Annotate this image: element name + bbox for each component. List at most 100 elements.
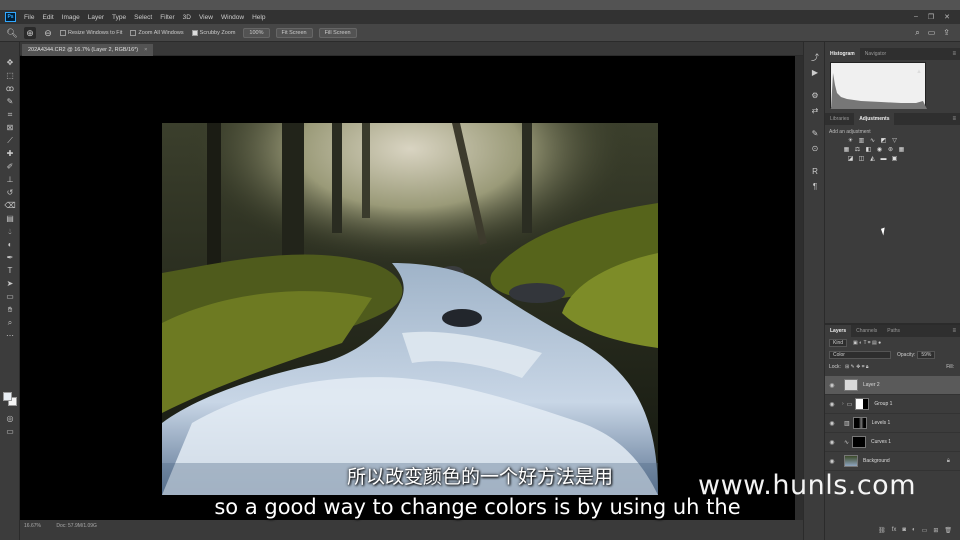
scrubby-zoom-checkbox[interactable]: Scrubby Zoom (191, 29, 235, 36)
black-white-icon[interactable]: ◧ (865, 147, 872, 154)
warning-icon[interactable]: ▲ (916, 69, 922, 75)
layer-row[interactable]: ◉ › ▭ Group 1 (825, 395, 960, 414)
tab-navigator[interactable]: Navigator (860, 48, 891, 60)
zoom-all-checkbox[interactable]: Zoom All Windows (130, 29, 184, 36)
tab-layers[interactable]: Layers (825, 325, 852, 337)
menu-type[interactable]: Type (112, 14, 126, 21)
pen-tool-icon[interactable]: ✒ (0, 251, 20, 264)
menu-edit[interactable]: Edit (42, 14, 53, 21)
layer-row[interactable]: ◉ ∿ Curves 1 (825, 433, 960, 452)
menu-select[interactable]: Select (134, 14, 152, 21)
group-expand-icon[interactable]: › (842, 401, 844, 407)
quick-mask-icon[interactable]: ◎ (0, 412, 20, 425)
gradient-tool-icon[interactable]: ▤ (0, 212, 20, 225)
status-zoom[interactable]: 16.67% (24, 523, 41, 529)
vibrance-icon[interactable]: ▽ (891, 138, 898, 145)
delete-icon[interactable]: 🗑︎ (944, 527, 952, 534)
zoom-100-button[interactable]: 100% (243, 27, 270, 38)
zoom-out-icon[interactable]: ⊖ (42, 27, 54, 39)
search-icon[interactable]: ⌕ (915, 28, 919, 38)
foreground-color-swatch[interactable] (3, 392, 12, 401)
channel-mixer-icon[interactable]: ⊛ (887, 147, 894, 154)
eraser-tool-icon[interactable]: ⌫ (0, 199, 20, 212)
properties-icon[interactable]: ⚙ (804, 88, 826, 103)
exposure-icon[interactable]: ◩ (880, 138, 887, 145)
visibility-eye-icon[interactable]: ◉ (828, 420, 836, 427)
dodge-tool-icon[interactable]: ◐ (0, 238, 20, 251)
brush-tool-icon[interactable]: ✐ (0, 160, 20, 173)
tab-paths[interactable]: Paths (882, 325, 905, 337)
color-lookup-icon[interactable]: ▦ (898, 147, 905, 154)
layer-row[interactable]: ◉ ▥ Levels 1 (825, 414, 960, 433)
blur-tool-icon[interactable]: 💧︎ (0, 225, 20, 238)
menu-filter[interactable]: Filter (160, 14, 174, 21)
menu-view[interactable]: View (199, 14, 213, 21)
history-icon[interactable]: ⤴ (804, 50, 826, 65)
close-icon[interactable]: ✕ (944, 13, 950, 21)
clone-source-icon[interactable]: ⊙ (804, 141, 826, 156)
lasso-tool-icon[interactable]: ꝏ (0, 82, 20, 95)
add-mask-icon[interactable]: ◙ (902, 527, 906, 534)
invert-icon[interactable]: ◪ (847, 156, 854, 163)
workspace-icon[interactable]: ▭ (928, 28, 936, 38)
brushes-icon[interactable]: ✎ (804, 126, 826, 141)
photo-filter-icon[interactable]: ◉ (876, 147, 883, 154)
type-tool-icon[interactable]: T (0, 264, 20, 277)
new-layer-icon[interactable]: ⊞ (933, 527, 938, 534)
path-select-tool-icon[interactable]: ➤ (0, 277, 20, 290)
filter-icons[interactable]: ▣ ◐ T ⌗ ▤ ● (853, 340, 881, 346)
opacity-field[interactable]: 59% (917, 351, 936, 359)
frame-tool-icon[interactable]: ⊠ (0, 121, 20, 134)
zoom-tool-icon[interactable]: 🔍︎ (6, 27, 18, 39)
resize-windows-checkbox[interactable]: Resize Windows to Fit (60, 29, 122, 36)
document-image[interactable] (162, 123, 658, 495)
minimize-icon[interactable]: – (914, 13, 918, 21)
panel-menu-icon[interactable]: ≡ (952, 328, 960, 334)
edit-toolbar-icon[interactable]: ⋯ (0, 329, 20, 342)
marquee-tool-icon[interactable]: ⬚ (0, 69, 20, 82)
tab-histogram[interactable]: Histogram (825, 48, 860, 60)
levels-icon[interactable]: ▥ (858, 138, 865, 145)
restore-icon[interactable]: ❐ (928, 13, 934, 21)
menu-window[interactable]: Window (221, 14, 244, 21)
screen-mode-icon[interactable]: ▭ (0, 425, 20, 438)
fx-icon[interactable]: fx (892, 527, 897, 534)
color-balance-icon[interactable]: ⚖ (854, 147, 861, 154)
panel-menu-icon[interactable]: ≡ (952, 116, 960, 122)
threshold-icon[interactable]: ◭ (869, 156, 876, 163)
menu-3d[interactable]: 3D (183, 14, 191, 21)
menu-layer[interactable]: Layer (88, 14, 104, 21)
blend-mode-select[interactable]: Color (829, 351, 891, 359)
new-group-icon[interactable]: ▭ (922, 527, 928, 534)
tab-channels[interactable]: Channels (851, 325, 882, 337)
menu-file[interactable]: File (24, 14, 34, 21)
adjust-icon[interactable]: ⇄ (804, 103, 826, 118)
healing-brush-tool-icon[interactable]: ✚ (0, 147, 20, 160)
history-brush-tool-icon[interactable]: ↺ (0, 186, 20, 199)
hand-tool-icon[interactable]: ✋︎ (0, 303, 20, 316)
visibility-eye-icon[interactable]: ◉ (828, 382, 836, 389)
quick-select-tool-icon[interactable]: ✎ (0, 95, 20, 108)
brightness-contrast-icon[interactable]: ☀ (847, 138, 854, 145)
vertical-scrollbar[interactable] (795, 56, 809, 520)
character-icon[interactable]: R (804, 164, 826, 179)
panel-menu-icon[interactable]: ≡ (952, 51, 960, 57)
selective-color-icon[interactable]: ▣ (891, 156, 898, 163)
visibility-eye-icon[interactable]: ◉ (828, 401, 836, 408)
new-adjustment-icon[interactable]: ◐ (912, 527, 916, 534)
filter-kind-select[interactable]: Kind (829, 339, 848, 347)
curves-icon[interactable]: ∿ (869, 138, 876, 145)
close-tab-icon[interactable]: × (144, 47, 147, 53)
tab-adjustments[interactable]: Adjustments (854, 113, 895, 125)
zoom-in-icon[interactable]: ⊕ (24, 26, 36, 39)
clone-stamp-tool-icon[interactable]: ⊥ (0, 173, 20, 186)
gradient-map-icon[interactable]: ▬ (880, 156, 887, 163)
layer-row[interactable]: ◉ Layer 2 (825, 376, 960, 395)
menu-help[interactable]: Help (252, 14, 265, 21)
lock-icons[interactable]: ⊞ ✎ ✥ ⌗ 🔒︎ (845, 364, 869, 370)
shape-tool-icon[interactable]: ▭ (0, 290, 20, 303)
move-tool-icon[interactable]: ✥ (0, 56, 20, 69)
eyedropper-tool-icon[interactable]: ⟋ (0, 134, 20, 147)
share-icon[interactable]: ⇪ (943, 28, 950, 38)
posterize-icon[interactable]: ◫ (858, 156, 865, 163)
